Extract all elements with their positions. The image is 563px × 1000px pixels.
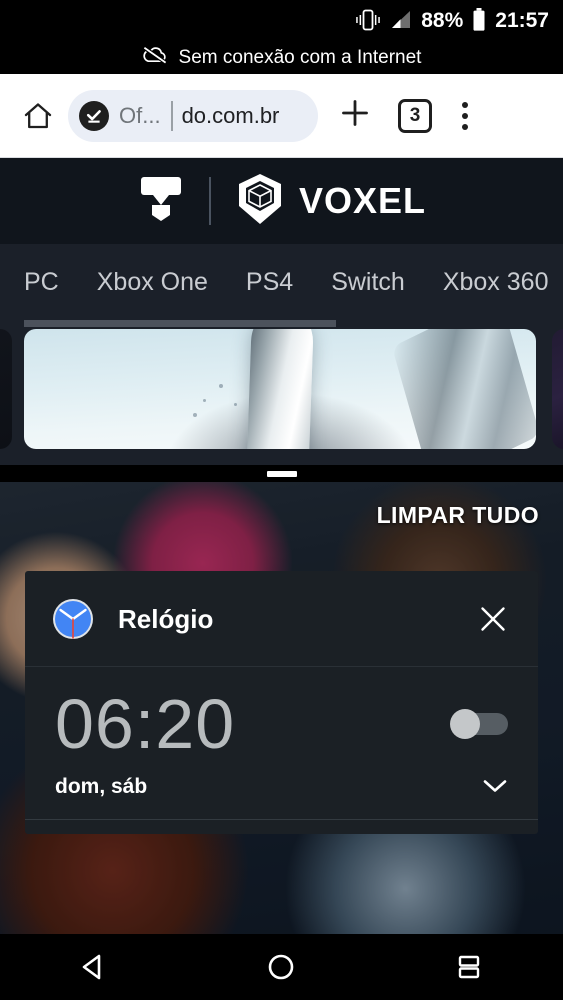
nav-item-xbox-360[interactable]: Xbox 360 <box>443 269 549 295</box>
webpage-viewport: VOXEL PC Xbox One PS4 Switch Xbox 360 <box>0 158 563 475</box>
phone-screen: 88% 21:57 Sem conexão com a Internet Of.… <box>0 0 563 1000</box>
status-bar: 88% 21:57 <box>0 0 563 40</box>
card-art-speck <box>218 384 223 389</box>
vibrate-icon <box>355 9 381 31</box>
alarm-days-row[interactable]: dom, sáb <box>25 759 538 820</box>
offline-notice-bar: Sem conexão com a Internet <box>0 40 563 74</box>
close-icon[interactable] <box>474 600 512 638</box>
plus-icon <box>339 97 371 134</box>
tm-mark-icon[interactable] <box>137 171 185 232</box>
carousel-card-previous[interactable] <box>0 329 12 449</box>
back-triangle-icon[interactable] <box>49 934 139 1000</box>
recents-split-icon[interactable] <box>424 934 514 1000</box>
notification-clock[interactable]: Relógio 06:20 dom, sáb <box>25 571 538 834</box>
text-cursor <box>170 100 173 131</box>
site-header: VOXEL <box>0 158 563 244</box>
new-tab-button[interactable] <box>328 89 382 143</box>
menu-dot <box>462 123 468 130</box>
carousel-scroll-indicator[interactable] <box>24 320 336 327</box>
notification-bottom-gap <box>25 820 538 834</box>
battery-percent: 88% <box>421 8 464 32</box>
status-bar-icons: 88% 21:57 <box>355 8 549 32</box>
carousel-card-next[interactable] <box>552 329 563 449</box>
tab-count-label: 3 <box>409 104 421 126</box>
browser-toolbar: Of... do.com.br 3 <box>0 74 563 158</box>
alarm-toggle[interactable] <box>450 709 508 739</box>
clock-icon <box>51 597 95 641</box>
carousel-card-active[interactable] <box>24 329 536 449</box>
home-icon[interactable] <box>14 92 62 140</box>
site-brand-label: VOXEL <box>298 180 427 221</box>
logo-divider <box>208 177 211 225</box>
site-logo[interactable]: VOXEL <box>235 172 426 231</box>
address-bar-url[interactable]: do.com.br <box>182 103 304 129</box>
address-bar-prefix: Of... <box>119 102 161 128</box>
menu-dot <box>462 101 468 108</box>
toggle-knob <box>450 709 480 739</box>
card-art-speck <box>203 398 207 402</box>
alarm-days-label: dom, sáb <box>55 774 148 798</box>
site-nav: PC Xbox One PS4 Switch Xbox 360 <box>0 244 563 320</box>
card-art-speck <box>233 403 237 407</box>
alarm-row: 06:20 <box>25 667 538 759</box>
status-bar-clock: 21:57 <box>495 8 549 32</box>
nav-item-xbox-one[interactable]: Xbox One <box>97 269 208 295</box>
drag-handle[interactable] <box>266 470 297 477</box>
alarm-time: 06:20 <box>55 685 236 763</box>
nav-item-switch[interactable]: Switch <box>331 269 405 295</box>
nav-item-pc[interactable]: PC <box>24 269 59 295</box>
chevron-down-icon[interactable] <box>478 773 512 799</box>
card-art-speck <box>192 413 197 417</box>
offline-notice-label: Sem conexão com a Internet <box>178 46 422 68</box>
card-art-blade <box>391 329 536 449</box>
menu-dot <box>462 112 468 119</box>
nav-item-ps4[interactable]: PS4 <box>246 269 293 295</box>
address-bar[interactable]: Of... do.com.br <box>68 89 318 142</box>
signal-icon <box>390 10 412 30</box>
notification-header: Relógio <box>25 571 538 667</box>
home-circle-icon[interactable] <box>236 934 326 1000</box>
cloud-off-icon <box>142 45 168 69</box>
notification-app-name: Relógio <box>118 603 214 634</box>
shade-handle-bar[interactable] <box>0 465 563 482</box>
carousel[interactable] <box>0 320 563 475</box>
battery-icon <box>472 8 486 32</box>
clear-all-button[interactable]: LIMPAR TUDO <box>377 504 539 527</box>
system-navigation-bar <box>0 934 563 1000</box>
notification-shade: LIMPAR TUDO Relógio 06:20 dom, sáb <box>0 482 563 934</box>
card-art-figure <box>246 329 315 449</box>
download-complete-icon <box>79 100 109 131</box>
overflow-menu-icon[interactable] <box>442 92 488 140</box>
voxel-cube-icon <box>235 172 285 231</box>
tab-switcher-button[interactable]: 3 <box>398 98 432 133</box>
